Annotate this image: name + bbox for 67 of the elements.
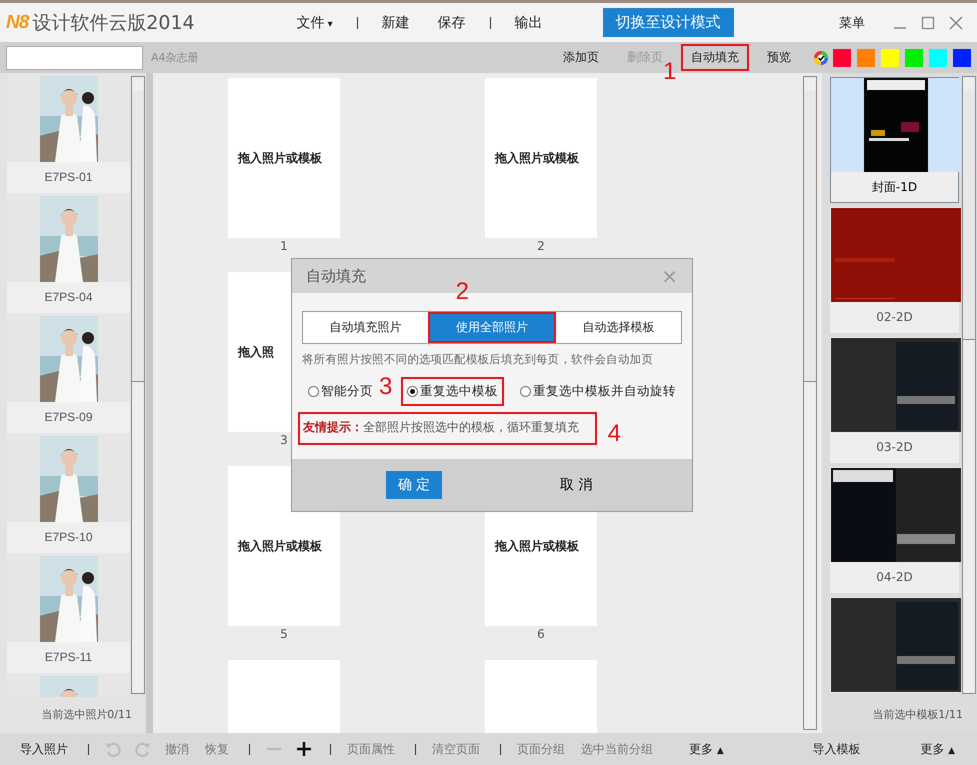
radio-button[interactable] <box>407 386 418 397</box>
maximize-icon[interactable] <box>921 16 935 30</box>
drop-hint: 拖入照片或模板 <box>495 538 579 554</box>
color-swatch[interactable] <box>833 48 851 66</box>
drop-hint: 拖入照 <box>238 344 274 360</box>
drop-hint: 拖入照片或模板 <box>238 538 322 554</box>
photo-label[interactable]: E7PS-01 <box>7 162 130 193</box>
callout-number: 2 <box>456 280 470 304</box>
template-label: 04-2D <box>875 569 914 586</box>
color-swatch[interactable] <box>857 48 875 66</box>
callout-number: 4 <box>608 422 621 446</box>
confirm-button[interactable]: 确 定 <box>386 471 442 499</box>
zoom-in-icon[interactable] <box>296 741 312 757</box>
template-item[interactable]: 04-2D <box>830 467 959 593</box>
import-template-button[interactable]: 导入模板 <box>812 740 860 758</box>
page-number: 3 <box>279 434 289 447</box>
more-menu[interactable]: 更多 ▲ <box>920 740 955 758</box>
menu-item[interactable]: 输出 <box>500 14 557 32</box>
template-label: 03-2D <box>875 439 914 456</box>
document-type: A4杂志册 <box>151 50 199 65</box>
close-icon[interactable] <box>949 16 963 30</box>
toolbar-action[interactable]: 预览 <box>757 44 801 71</box>
page-slot[interactable]: 拖入照片或模板 <box>485 78 597 238</box>
scrollbar[interactable] <box>962 76 976 694</box>
photo-label[interactable]: E7PS-09 <box>7 402 130 433</box>
color-swatch[interactable] <box>929 48 947 66</box>
more-menu[interactable]: 更多 ▲ <box>689 740 724 758</box>
template-status: 当前选中模板1/11 <box>871 707 964 723</box>
drop-hint: 拖入照片或模板 <box>495 150 579 166</box>
dialog-tab[interactable]: 自动选择模板 <box>556 312 682 343</box>
color-swatch[interactable] <box>905 48 923 66</box>
template-item[interactable]: 封面-1D <box>830 77 959 203</box>
photo-label[interactable]: E7PS-04 <box>7 282 130 313</box>
scrollbar[interactable] <box>803 76 817 730</box>
input-field[interactable] <box>6 46 143 70</box>
color-swatch[interactable] <box>881 48 899 66</box>
design-mode-button[interactable]: 切换至设计模式 <box>602 8 734 37</box>
photo-label[interactable]: E7PS-10 <box>7 522 130 553</box>
template-label: 封面-1D <box>831 172 958 202</box>
color-swatch[interactable] <box>953 48 971 66</box>
menu-item[interactable]: 文件 ▾ <box>282 14 347 32</box>
page-number: 1 <box>279 240 289 253</box>
menu-button[interactable]: 菜单 <box>839 14 865 32</box>
radio-option[interactable]: 重复选中模板并自动旋转 <box>514 377 682 406</box>
photo-label[interactable]: E7PS-11 <box>7 642 130 673</box>
photo-status: 当前选中照片0/11 <box>40 707 133 723</box>
logo: N8 <box>6 12 28 34</box>
drop-hint: 拖入照片或模板 <box>238 150 322 166</box>
cancel-button[interactable]: 取 消 <box>554 475 598 495</box>
app-title: 设计软件云版2014 <box>32 10 195 36</box>
page-slot[interactable]: 拖入照片或模板 <box>228 78 340 238</box>
page-number: 2 <box>536 240 546 253</box>
scrollbar[interactable] <box>131 76 145 694</box>
menu-item[interactable]: 新建 <box>368 14 424 32</box>
template-item[interactable]: 03-2D <box>830 337 959 463</box>
menu-item[interactable]: 保存 <box>424 14 480 32</box>
template-label: 02-2D <box>875 309 914 326</box>
page-number: 6 <box>536 628 546 641</box>
color-wheel-icon[interactable] <box>813 50 829 66</box>
template-item[interactable]: 02-2D <box>830 207 959 333</box>
radio-button[interactable] <box>520 386 531 397</box>
page-number: 5 <box>279 628 289 641</box>
radio-button[interactable] <box>308 386 319 397</box>
callout-number: 1 <box>663 60 676 84</box>
callout-number: 3 <box>379 375 392 399</box>
bottom-action[interactable]: 导入照片 <box>20 740 68 758</box>
toolbar-action[interactable]: 添加页 <box>553 44 609 71</box>
